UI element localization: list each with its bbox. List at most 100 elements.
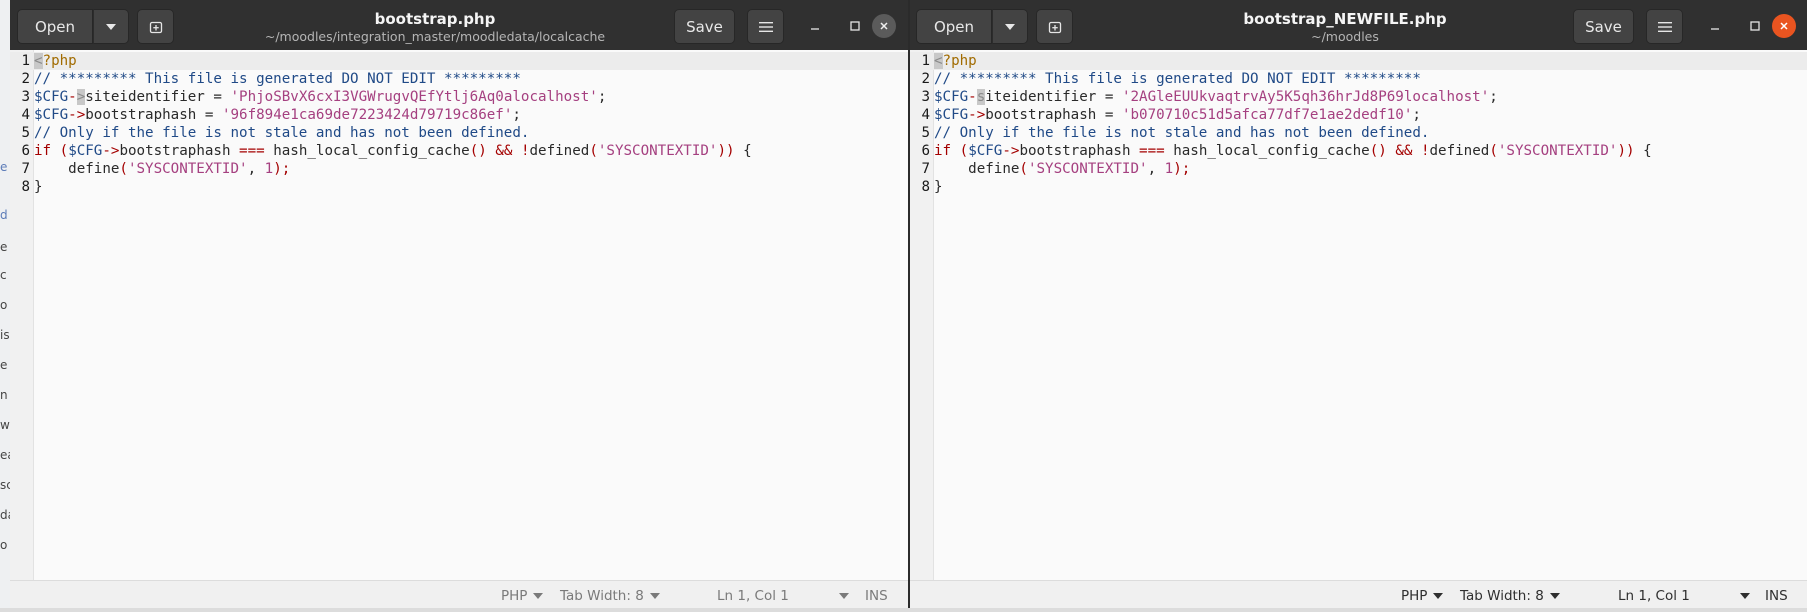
code-token: (	[1019, 161, 1028, 177]
chevron-down-icon	[1005, 23, 1015, 30]
code-token: (	[119, 161, 128, 177]
insert-mode-indicator: INS	[1765, 588, 1788, 604]
code-token: if	[934, 143, 952, 159]
cursor-position-selector[interactable]: Ln 1, Col 1	[717, 588, 849, 604]
code-token: !	[520, 143, 530, 159]
file-name: bootstrap.php	[374, 10, 496, 28]
code-token: '	[1121, 107, 1131, 123]
code-token: =	[1104, 107, 1114, 123]
line-number: 5	[921, 125, 930, 141]
line-number: 3	[21, 89, 30, 105]
insert-mode-label: INS	[1765, 588, 1788, 604]
code-token: ()	[469, 143, 487, 159]
minimize-button[interactable]	[1703, 14, 1727, 38]
code-token: '	[221, 107, 231, 123]
code-token: (	[59, 143, 69, 159]
code-token: !	[1420, 143, 1430, 159]
code-token: defined	[1429, 143, 1490, 159]
code-comment: // ********* This file is generated DO N…	[34, 71, 521, 87]
new-tab-button[interactable]	[137, 9, 174, 44]
code-token: {	[1643, 143, 1652, 159]
line-number: 7	[21, 161, 30, 177]
code-comment: // Only if the file is not stale and has…	[34, 125, 530, 141]
code-token: ;	[512, 107, 521, 123]
language-selector[interactable]: PHP	[1401, 588, 1444, 604]
code-token: >	[76, 89, 86, 105]
open-button-group: Open	[916, 9, 1028, 44]
code-token: $CFG	[934, 89, 969, 105]
maximize-button[interactable]	[1743, 14, 1767, 38]
menu-button[interactable]	[747, 9, 784, 44]
open-recent-dropdown-button[interactable]	[992, 9, 1028, 44]
language-label: PHP	[1401, 588, 1428, 604]
code-token: $CFG	[934, 107, 969, 123]
code-token: );	[1173, 161, 1191, 177]
open-recent-dropdown-button[interactable]	[93, 9, 129, 44]
code-token: 'SYSCONTEXTID'	[127, 161, 248, 177]
minimize-icon	[1711, 28, 1719, 30]
code-token: 'SYSCONTEXTID'	[1497, 143, 1618, 159]
line-number: 2	[921, 71, 930, 87]
line-number: 3	[921, 89, 930, 105]
code-token: hash_local_config_cache	[1173, 143, 1370, 159]
code-token: ;	[1489, 89, 1498, 105]
text-editor-area[interactable]: 1 <?php 2// ********* This file is genera…	[10, 50, 908, 581]
code-line: 6 if ($CFG->bootstraphash === hash_local_…	[10, 142, 908, 160]
code-line: 8}	[10, 178, 908, 196]
code-token: define	[968, 161, 1020, 177]
open-button[interactable]: Open	[916, 9, 992, 44]
chevron-down-icon	[1549, 593, 1560, 599]
code-line: 3 $CFG->siteidentifier = 'PhjoSBvX6cxI3VG…	[10, 88, 908, 106]
tab-width-selector[interactable]: Tab Width: 8	[560, 588, 660, 604]
cursor-position-selector[interactable]: Ln 1, Col 1	[1618, 588, 1750, 604]
code-token: $CFG	[968, 143, 1003, 159]
save-button[interactable]: Save	[1573, 9, 1634, 44]
code-token: {	[743, 143, 752, 159]
save-button[interactable]: Save	[674, 9, 735, 44]
code-token: bootstraphash	[119, 143, 231, 159]
code-token: if	[34, 143, 52, 159]
new-tab-icon	[1048, 21, 1061, 33]
code-view[interactable]: 1 <?php 2// ********* This file is genera…	[910, 52, 1807, 196]
text-editor-area[interactable]: 1 <?php 2// ********* This file is genera…	[910, 50, 1807, 581]
chevron-down-icon	[1433, 593, 1444, 599]
php-open-tag: ?php	[42, 53, 77, 69]
close-icon	[880, 22, 888, 30]
background-text-fragment: o	[0, 538, 8, 552]
code-view[interactable]: 1 <?php 2// ********* This file is genera…	[10, 52, 908, 196]
open-button-group: Open	[17, 9, 129, 44]
chevron-down-icon	[533, 593, 544, 599]
php-open-tag: ?php	[942, 53, 977, 69]
code-line: 5// Only if the file is not stale and ha…	[910, 124, 1807, 142]
code-line: 7 define('SYSCONTEXTID', 1);	[10, 160, 908, 178]
code-token: ,	[247, 161, 257, 177]
code-token: defined	[529, 143, 590, 159]
editor-window-left: Open bootstrap.php ~/moodles/integration…	[10, 0, 908, 612]
line-number: 8	[921, 179, 930, 195]
code-token: bootstraphash	[985, 107, 1097, 123]
menu-button[interactable]	[1646, 9, 1683, 44]
close-button[interactable]	[1772, 14, 1796, 38]
code-token: ===	[1139, 143, 1165, 159]
code-line: 4 $CFG->bootstraphash = 'b070710c51d5afca…	[910, 106, 1807, 124]
new-tab-button[interactable]	[1036, 9, 1073, 44]
minimize-button[interactable]	[803, 14, 827, 38]
window-title: bootstrap_NEWFILE.php ~/moodles	[1170, 9, 1520, 45]
code-token: hash_local_config_cache	[273, 143, 470, 159]
language-selector[interactable]: PHP	[501, 588, 544, 604]
tab-width-selector[interactable]: Tab Width: 8	[1460, 588, 1560, 604]
maximize-button[interactable]	[843, 14, 867, 38]
code-token: $CFG	[68, 143, 103, 159]
text-cursor-char: <	[934, 53, 943, 69]
code-line: 5// Only if the file is not stale and ha…	[10, 124, 908, 142]
open-button[interactable]: Open	[17, 9, 93, 44]
text-cursor-char: <	[34, 53, 43, 69]
save-button-label: Save	[1585, 17, 1622, 36]
bootstrap-hash-value: 96f894e1ca69de7223424d79719c86ef	[230, 107, 504, 123]
background-text-fragment: is	[0, 328, 10, 342]
close-icon	[1780, 22, 1788, 30]
close-button[interactable]	[872, 14, 896, 38]
code-token: 'SYSCONTEXTID'	[597, 143, 718, 159]
tab-width-label: Tab Width: 8	[1460, 588, 1544, 604]
code-token: $CFG	[34, 89, 69, 105]
